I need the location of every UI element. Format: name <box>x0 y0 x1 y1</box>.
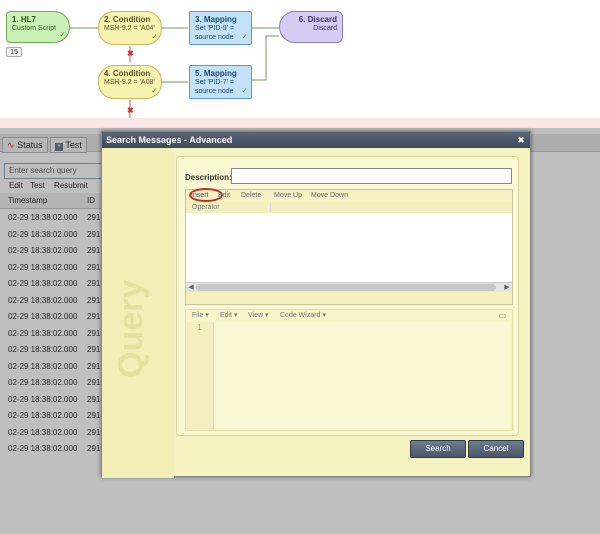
check-icon: ✓ <box>241 86 248 95</box>
criteria-grid: Insert Edit Delete Move Up Move Down Ope… <box>185 188 513 305</box>
menu-file-label: File <box>192 312 204 319</box>
menu-code-wizard-label: Code Wizard <box>280 312 321 319</box>
column-operator[interactable]: Operator <box>192 202 220 213</box>
node-subtitle: MSH-9.2 = 'A08' <box>104 79 155 86</box>
menu-view[interactable]: View ▾ <box>248 310 269 322</box>
node-title: 3. Mapping <box>195 15 237 24</box>
query-panel: Description: Insert Edit Delete Move Up … <box>176 156 519 436</box>
check-icon: ✓ <box>151 86 158 95</box>
column-divider <box>270 203 271 212</box>
check-icon: ✓ <box>59 30 66 39</box>
description-field[interactable] <box>231 168 512 184</box>
search-messages-dialog: Search Messages - Advanced ✖ Query Descr… <box>101 131 531 478</box>
edit-button[interactable]: Edit <box>218 190 230 202</box>
cancel-button[interactable]: Cancel <box>468 440 524 458</box>
line-number-gutter: 1 <box>186 322 214 430</box>
close-icon[interactable]: ✖ <box>515 134 527 146</box>
node-subtitle: MSH-9.2 = 'A04' <box>104 25 155 32</box>
move-down-button[interactable]: Move Down <box>311 190 348 202</box>
check-icon: ✓ <box>241 32 248 41</box>
horizontal-scrollbar[interactable]: ◀ ▶ <box>186 282 512 292</box>
maximize-icon[interactable]: ▭ <box>498 310 506 322</box>
move-up-button[interactable]: Move Up <box>274 190 302 202</box>
flow-node-hl7[interactable]: 1. HL7 Custom Script ✓ <box>6 11 70 43</box>
insert-button[interactable]: Insert <box>189 188 223 202</box>
node-title: 2. Condition <box>104 15 151 24</box>
node-title: 1. HL7 <box>12 15 37 24</box>
flow-canvas: 1. HL7 Custom Script ✓ 15 2. Condition M… <box>0 0 600 120</box>
node-title: 4. Condition <box>104 69 151 78</box>
flow-node-mapping-pid9[interactable]: 3. Mapping Set 'PID-9' = source node ✓ <box>189 11 252 45</box>
line-number: 1 <box>197 323 202 332</box>
node-subtitle: Custom Script <box>12 25 56 32</box>
menu-file[interactable]: File ▾ <box>192 310 209 322</box>
description-label: Description: <box>185 173 232 182</box>
node-count-badge: 15 <box>6 47 22 57</box>
code-editor-menu: File ▾ Edit ▾ View ▾ Code Wizard ▾ ▭ <box>186 310 512 322</box>
menu-code-wizard[interactable]: Code Wizard ▾ <box>280 310 326 322</box>
node-subtitle: Set 'PID-9' = source node <box>195 25 235 41</box>
fail-path-icon: ✖ <box>127 49 134 58</box>
dialog-side-panel: Query <box>102 148 174 478</box>
menu-edit-label: Edit <box>220 312 233 319</box>
dialog-title[interactable]: Search Messages - Advanced <box>102 132 530 148</box>
flow-node-mapping-pid7[interactable]: 5. Mapping Set 'PID-7' = source node ✓ <box>189 65 252 99</box>
node-title: 5. Mapping <box>195 69 237 78</box>
node-title: 6. Discard <box>298 15 337 24</box>
menu-edit[interactable]: Edit ▾ <box>220 310 238 322</box>
node-subtitle: Set 'PID-7' = source node <box>195 79 235 95</box>
criteria-toolbar: Insert Edit Delete Move Up Move Down <box>186 188 512 202</box>
flow-canvas-edge <box>0 118 600 128</box>
criteria-grid-header: Operator <box>186 202 512 213</box>
fail-path-icon: ✖ <box>127 106 134 115</box>
menu-view-label: View <box>248 312 264 319</box>
criteria-grid-footer <box>186 292 512 304</box>
flow-node-condition-a04[interactable]: 2. Condition MSH-9.2 = 'A04' ✓ <box>98 11 162 45</box>
scrollbar-thumb[interactable] <box>196 284 496 291</box>
delete-button[interactable]: Delete <box>241 190 261 202</box>
code-editor: File ▾ Edit ▾ View ▾ Code Wizard ▾ ▭ 1 <box>185 309 513 431</box>
flow-node-condition-a08[interactable]: 4. Condition MSH-9.2 = 'A08' ✓ <box>98 65 162 99</box>
search-button[interactable]: Search <box>410 440 466 458</box>
code-text-area[interactable] <box>216 322 510 430</box>
query-watermark: Query <box>112 279 150 378</box>
flow-node-discard[interactable]: 6. Discard Discard <box>279 11 343 43</box>
check-icon: ✓ <box>151 32 158 41</box>
node-subtitle: Discard <box>313 25 337 32</box>
